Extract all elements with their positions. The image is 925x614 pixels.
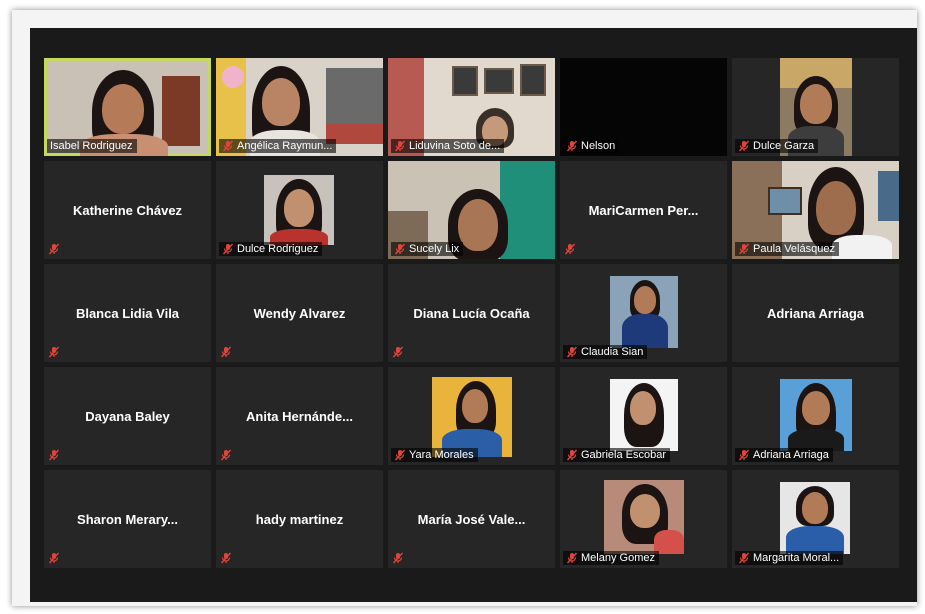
- participant-tile[interactable]: Sharon Merary...: [44, 470, 211, 568]
- participant-tile[interactable]: Adriana Arriaga: [732, 264, 899, 362]
- participant-tile[interactable]: hady martinez: [216, 470, 383, 568]
- mic-muted-icon: [566, 552, 578, 564]
- participant-tile[interactable]: Angélica Raymun...: [216, 58, 383, 156]
- mic-muted-icon: [48, 243, 60, 255]
- mic-muted-icon: [566, 346, 578, 358]
- participant-name: María José Vale...: [417, 512, 526, 527]
- participant-photo: [780, 482, 850, 554]
- mic-muted-icon: [222, 140, 234, 152]
- participant-tile[interactable]: María José Vale...: [388, 470, 555, 568]
- mic-muted-icon: [738, 140, 750, 152]
- participant-tile[interactable]: Sucely Lix: [388, 161, 555, 259]
- participant-name: Katherine Chávez: [72, 203, 183, 218]
- mic-muted-icon: [566, 140, 578, 152]
- participant-name: Sharon Merary...: [77, 512, 178, 527]
- participant-tile[interactable]: Dulce Garza: [732, 58, 899, 156]
- participant-name-label: Nelson: [563, 139, 620, 153]
- mic-muted-icon: [738, 243, 750, 255]
- participant-tile[interactable]: Paula Velásquez: [732, 161, 899, 259]
- gallery-grid: Isabel Rodriguez Angélica Raymun... Lidu…: [44, 58, 899, 568]
- participant-tile[interactable]: Margarita Moral...: [732, 470, 899, 568]
- participant-name-label: Margarita Moral...: [735, 551, 844, 565]
- participant-name: MariCarmen Per...: [588, 203, 699, 218]
- participant-tile[interactable]: Melany Gomez: [560, 470, 727, 568]
- participant-tile[interactable]: Blanca Lidia Vila: [44, 264, 211, 362]
- participant-photo: [604, 480, 684, 554]
- participant-tile[interactable]: Katherine Chávez: [44, 161, 211, 259]
- mic-muted-icon: [48, 449, 60, 461]
- participant-name-label: Isabel Rodriguez: [47, 139, 137, 153]
- mic-muted-icon: [394, 243, 406, 255]
- participant-name-label: Angélica Raymun...: [219, 139, 337, 153]
- participant-name-label: Liduvina Soto de...: [391, 139, 505, 153]
- participant-photo: [610, 276, 678, 348]
- mic-muted-icon: [392, 552, 404, 564]
- participant-name: Anita Hernánde...: [246, 409, 353, 424]
- participant-name: Wendy Alvarez: [253, 306, 346, 321]
- mic-muted-icon: [738, 552, 750, 564]
- participant-photo: [780, 379, 852, 451]
- participant-name-label: Claudia Sian: [563, 345, 648, 359]
- mic-muted-icon: [564, 243, 576, 255]
- participant-photo: [610, 379, 678, 451]
- participant-tile[interactable]: Nelson: [560, 58, 727, 156]
- participant-tile[interactable]: Wendy Alvarez: [216, 264, 383, 362]
- participant-tile[interactable]: Claudia Sian: [560, 264, 727, 362]
- participant-tile[interactable]: Isabel Rodriguez: [44, 58, 211, 156]
- participant-tile[interactable]: MariCarmen Per...: [560, 161, 727, 259]
- mic-muted-icon: [48, 346, 60, 358]
- participant-name: Blanca Lidia Vila: [75, 306, 180, 321]
- participant-name: Adriana Arriaga: [766, 306, 865, 321]
- participant-tile[interactable]: Gabriela Escobar: [560, 367, 727, 465]
- participant-tile[interactable]: Dayana Baley: [44, 367, 211, 465]
- participant-name: Diana Lucía Ocaña: [413, 306, 530, 321]
- mic-muted-icon: [738, 449, 750, 461]
- participant-name-label: Gabriela Escobar: [563, 448, 670, 462]
- participant-name-label: Adriana Arriaga: [735, 448, 833, 462]
- meeting-window: Isabel Rodriguez Angélica Raymun... Lidu…: [30, 28, 917, 602]
- participant-name-label: Yara Morales: [391, 448, 478, 462]
- participant-tile[interactable]: Adriana Arriaga: [732, 367, 899, 465]
- participant-tile[interactable]: Yara Morales: [388, 367, 555, 465]
- participant-name: Dayana Baley: [85, 409, 170, 424]
- mic-muted-icon: [222, 243, 234, 255]
- mic-muted-icon: [220, 346, 232, 358]
- participant-name-label: Sucely Lix: [391, 242, 464, 256]
- participant-photo: [264, 175, 334, 245]
- participant-name-label: Melany Gomez: [563, 551, 659, 565]
- participant-tile[interactable]: Anita Hernánde...: [216, 367, 383, 465]
- participant-photo: [432, 377, 512, 457]
- mic-muted-icon: [394, 449, 406, 461]
- participant-tile[interactable]: Dulce Rodriguez: [216, 161, 383, 259]
- mic-muted-icon: [48, 552, 60, 564]
- mic-muted-icon: [220, 449, 232, 461]
- mic-muted-icon: [566, 449, 578, 461]
- participant-name-label: Paula Velásquez: [735, 242, 839, 256]
- mic-muted-icon: [220, 552, 232, 564]
- participant-tile[interactable]: Diana Lucía Ocaña: [388, 264, 555, 362]
- participant-name: hady martinez: [255, 512, 344, 527]
- mic-muted-icon: [394, 140, 406, 152]
- mic-muted-icon: [392, 346, 404, 358]
- participant-tile[interactable]: Liduvina Soto de...: [388, 58, 555, 156]
- participant-name-label: Dulce Rodriguez: [219, 242, 323, 256]
- participant-name-label: Dulce Garza: [735, 139, 819, 153]
